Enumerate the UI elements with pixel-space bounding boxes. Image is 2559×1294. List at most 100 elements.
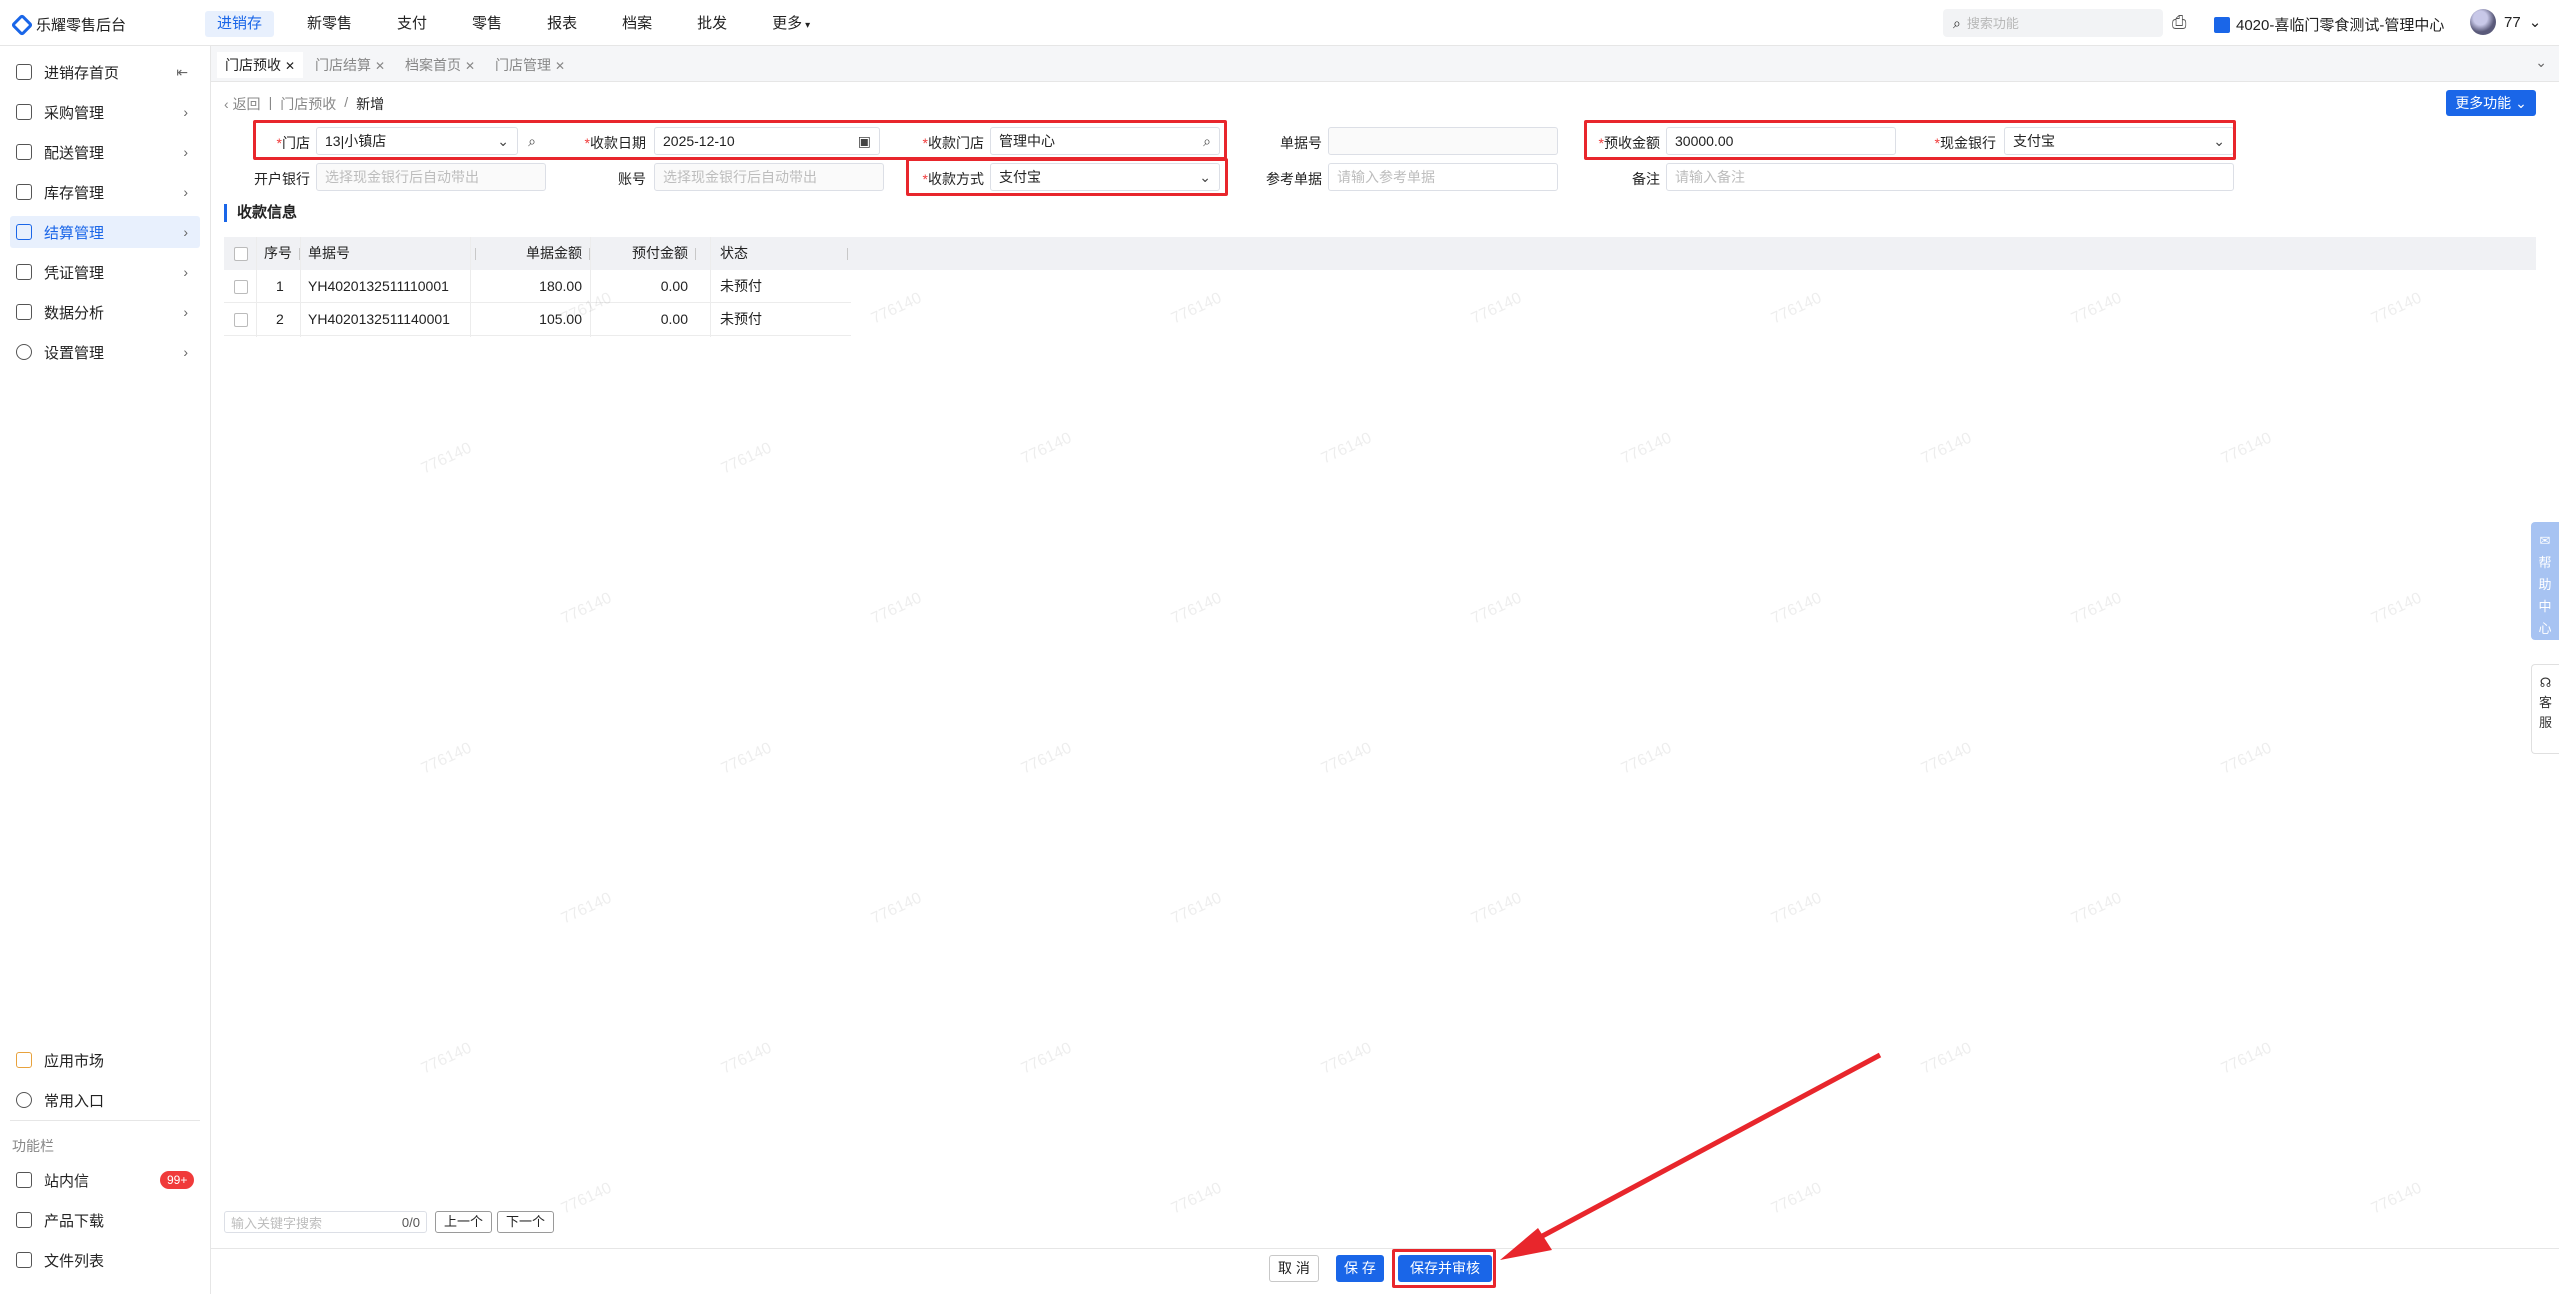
close-icon[interactable]: ✕: [375, 59, 385, 73]
remark-input[interactable]: 请输入备注: [1666, 163, 2234, 191]
money-icon: [16, 224, 32, 240]
chevron-right-icon: ›: [183, 344, 188, 360]
tab-store-management[interactable]: 门店管理 ✕: [487, 52, 573, 78]
nav-jinxiaocun[interactable]: 进销存: [205, 11, 275, 37]
tab-label: 门店结算: [315, 57, 371, 73]
table-row[interactable]: 1 YH4020132511110001 180.00 0.00 未预付: [224, 270, 851, 303]
watermark: 776140: [2218, 429, 2275, 468]
table-column-divider: [590, 237, 591, 337]
watermark: 776140: [1168, 1179, 1225, 1218]
company-selector[interactable]: 4020-喜临门零食测试-管理中心: [2214, 14, 2444, 35]
tab-store-prepay[interactable]: 门店预收 ✕: [217, 52, 304, 78]
tab-label: 门店预收: [225, 57, 281, 73]
col-header-status: 状态: [720, 237, 848, 270]
row-checkbox[interactable]: [234, 313, 248, 327]
reference-doc-label: 参考单据: [1266, 171, 1322, 187]
close-icon[interactable]: ✕: [555, 59, 565, 73]
sidebar-item-messages[interactable]: 站内信 99+: [10, 1164, 200, 1196]
highlight-box-amount-bank: [1584, 120, 2236, 160]
sidebar-item-files[interactable]: 文件列表: [10, 1244, 200, 1276]
row-index: 2: [276, 311, 284, 327]
search-input[interactable]: [1966, 15, 2147, 31]
sidebar-item-distribution[interactable]: 配送管理 ›: [10, 136, 200, 168]
back-label: 返回: [232, 96, 261, 112]
watermark: 776140: [868, 889, 925, 928]
user-menu[interactable]: 77 ⌄: [2470, 9, 2541, 35]
sidebar-item-label: 采购管理: [44, 104, 105, 122]
sidebar-item-label: 常用入口: [44, 1092, 105, 1110]
sidebar-item-app-market[interactable]: 应用市场: [10, 1044, 200, 1076]
help-center-button[interactable]: ✉ 帮助中心: [2531, 522, 2559, 640]
keyword-match-count: 0/0: [401, 1214, 420, 1230]
close-icon[interactable]: ✕: [465, 59, 475, 73]
global-search[interactable]: ⌕: [1943, 9, 2163, 37]
sidebar-item-downloads[interactable]: 产品下载: [10, 1204, 200, 1236]
watermark: 776140: [418, 1039, 475, 1078]
nav-new-retail[interactable]: 新零售: [295, 11, 364, 37]
tab-archive-home[interactable]: 档案首页 ✕: [397, 52, 483, 78]
row-checkbox[interactable]: [234, 280, 248, 294]
table-column-divider: [300, 237, 301, 337]
table-row[interactable]: 2 YH4020132511140001 105.00 0.00 未预付: [224, 303, 851, 336]
app-logo[interactable]: 乐耀零售后台: [10, 13, 126, 36]
close-icon[interactable]: ✕: [285, 59, 295, 73]
avatar: [2470, 9, 2496, 35]
nav-payment[interactable]: 支付: [385, 11, 439, 37]
watermark: 776140: [1468, 589, 1525, 628]
annotation-arrow: [1500, 1052, 1882, 1260]
select-all-checkbox[interactable]: [234, 247, 248, 261]
save-button[interactable]: 保 存: [1336, 1255, 1384, 1282]
sidebar-item-favorites[interactable]: 常用入口: [10, 1084, 200, 1116]
reference-doc-input[interactable]: 请输入参考单据: [1328, 163, 1558, 191]
breadcrumb-parent[interactable]: 门店预收: [280, 94, 336, 114]
watermark: 776140: [2368, 289, 2425, 328]
tab-store-settlement[interactable]: 门店结算 ✕: [307, 52, 393, 78]
col-header-doc-amount: 单据金额: [490, 237, 590, 270]
footer-bar: [211, 1248, 2559, 1288]
watermark: 776140: [558, 1179, 615, 1218]
chevron-down-icon[interactable]: ⌄: [2535, 54, 2547, 71]
cart-icon: [16, 104, 32, 120]
table-header: 序号 单据号 单据金额 预付金额 状态: [224, 237, 2536, 270]
sidebar-divider: [10, 1120, 200, 1121]
nav-reports[interactable]: 报表: [535, 11, 589, 37]
back-link[interactable]: ‹ 返回: [224, 94, 261, 114]
chevron-down-icon: ⌄: [2528, 14, 2542, 31]
keyword-search[interactable]: 输入关键字搜索 0/0: [224, 1211, 427, 1233]
sidebar-item-home[interactable]: 进销存首页 ⇤: [10, 56, 200, 88]
customer-service-button[interactable]: ☊ 客服: [2531, 664, 2559, 754]
watermark: 776140: [1768, 289, 1825, 328]
nav-archive[interactable]: 档案: [610, 11, 664, 37]
sidebar-item-voucher[interactable]: 凭证管理 ›: [10, 256, 200, 288]
nav-more[interactable]: 更多 ▾: [760, 11, 822, 37]
sidebar-item-label: 数据分析: [44, 304, 105, 322]
sidebar-section-label: 功能栏: [12, 1138, 54, 1154]
sidebar-item-analytics[interactable]: 数据分析 ›: [10, 296, 200, 328]
nav-wholesale[interactable]: 批发: [685, 11, 739, 37]
cancel-button[interactable]: 取 消: [1269, 1255, 1319, 1282]
more-functions-button[interactable]: 更多功能 ⌄: [2446, 90, 2536, 116]
account-label: 账号: [618, 171, 646, 187]
headset-icon: ☊: [2539, 675, 2552, 690]
highlight-box-row1: [253, 120, 1227, 160]
sidebar-item-inventory[interactable]: 库存管理 ›: [10, 176, 200, 208]
sidebar-item-purchase[interactable]: 采购管理 ›: [10, 96, 200, 128]
nav-retail[interactable]: 零售: [460, 11, 514, 37]
chevron-right-icon: ›: [183, 184, 188, 200]
sidebar-item-settlement[interactable]: 结算管理 ›: [10, 216, 200, 248]
collapse-sidebar-icon[interactable]: ⇤: [176, 64, 188, 81]
user-name: 77: [2504, 13, 2521, 31]
next-match-button[interactable]: 下一个: [497, 1211, 555, 1233]
sidebar-item-settings[interactable]: 设置管理 ›: [10, 336, 200, 368]
box-icon: [16, 184, 32, 200]
sidebar-item-label: 产品下载: [44, 1212, 105, 1230]
watermark: 776140: [1168, 289, 1225, 328]
company-name: 4020-喜临门零食测试-管理中心: [2236, 17, 2445, 34]
app-market-icon: [16, 1052, 32, 1068]
watermark: 776140: [868, 289, 925, 328]
prev-match-button[interactable]: 上一个: [435, 1211, 493, 1233]
section-title: 收款信息: [224, 204, 297, 222]
printer-icon[interactable]: ⎙: [2172, 12, 2186, 33]
annotation-arrow-line: [1518, 1052, 1882, 1251]
watermark: 776140: [2368, 1179, 2425, 1218]
